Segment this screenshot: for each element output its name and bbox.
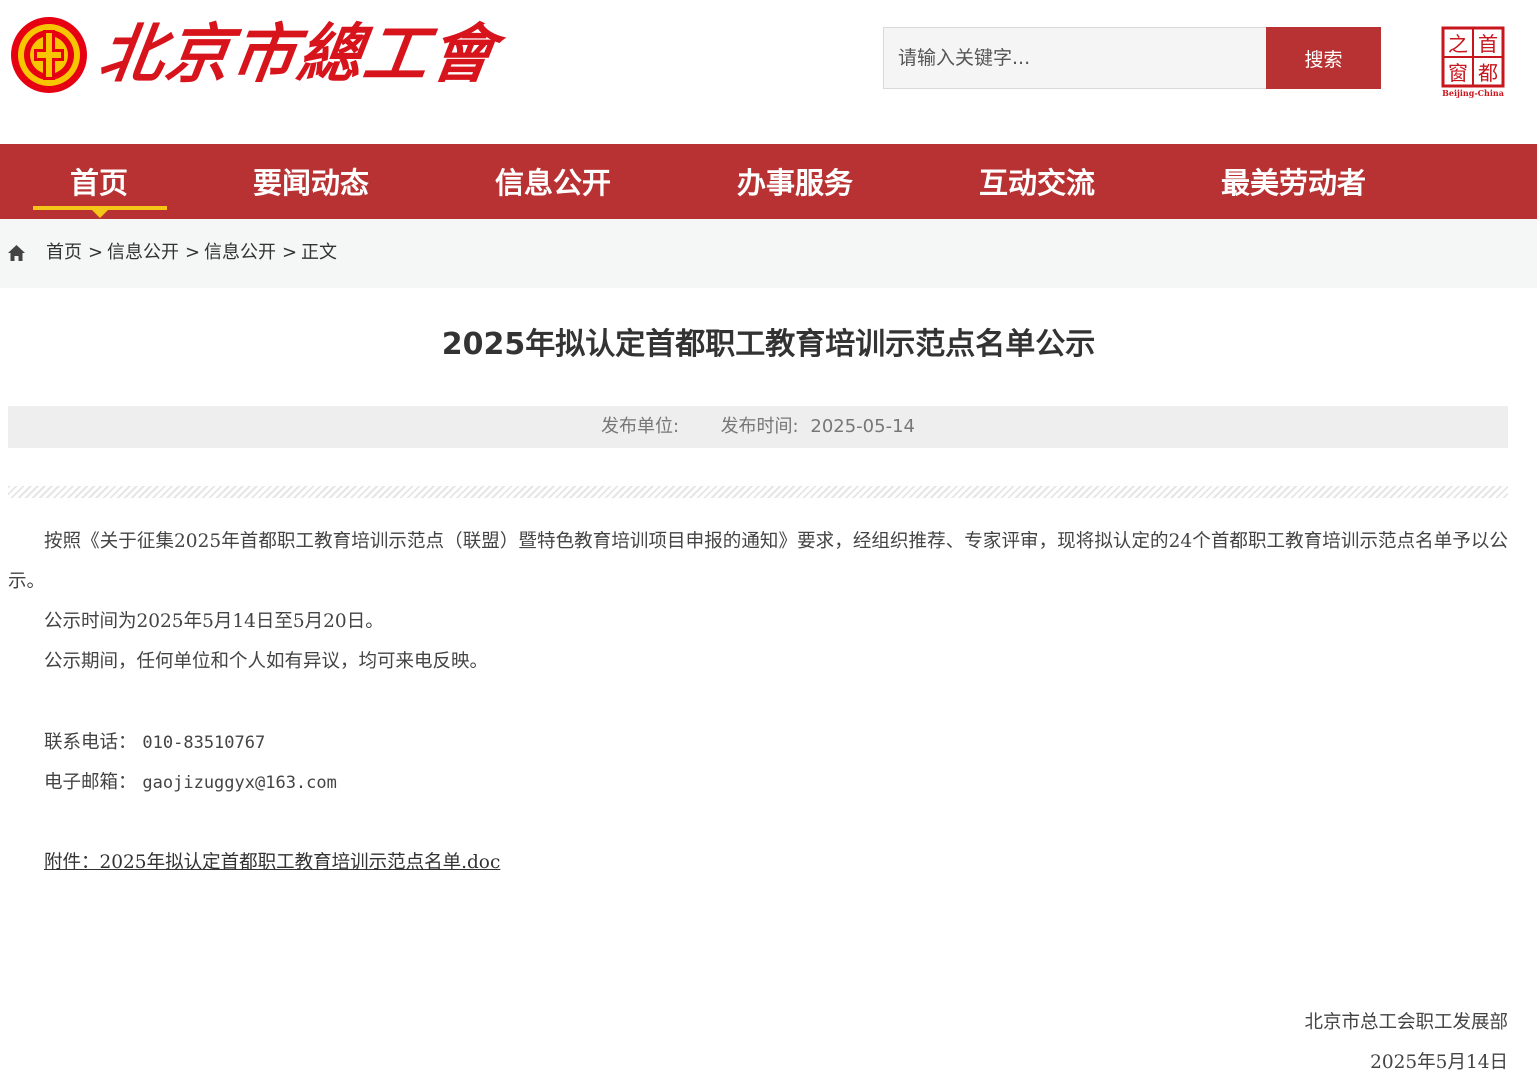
nav-item-news[interactable]: 要闻动态 [253,144,369,219]
contact-phone-label: 联系电话： [44,732,137,753]
breadcrumb-separator: > [88,242,104,263]
article-title: 2025年拟认定首都职工教育培训示范点名单公示 [441,327,1096,362]
home-icon[interactable] [8,245,25,261]
site-header: 北京市總工會 搜索 之 首 窗 都 Beijing-China [0,0,1537,144]
nav-active-caret [92,210,108,218]
striped-divider [8,486,1508,498]
search-button[interactable]: 搜索 [1266,27,1381,89]
breadcrumb-item-home[interactable]: 首页 [46,242,82,264]
contact-phone-line: 联系电话： 010-83510767 [44,723,265,763]
signature-date: 2025年5月14日 [1370,1052,1508,1073]
contact-email-line: 电子邮箱： gaojizuggyx@163.com [44,763,337,803]
article-meta: 发布单位: 发布时间: 2025-05-14 [8,406,1508,448]
breadcrumb: 首页 > 信息公开 > 信息公开 > 正文 [0,219,1537,288]
search-input[interactable] [883,27,1266,89]
contact-phone-value: 010-83510767 [142,733,266,753]
nav-item-services[interactable]: 办事服务 [737,144,853,219]
breadcrumb-item-info-disclosure[interactable]: 信息公开 [107,242,179,264]
nav-item-interaction[interactable]: 互动交流 [979,144,1095,219]
publish-time-value: 2025-05-14 [810,416,915,437]
nav-item-model-workers[interactable]: 最美劳动者 [1221,144,1366,219]
main-nav: 首页 要闻动态 信息公开 办事服务 互动交流 最美劳动者 [0,144,1537,219]
article-paragraph: 公示时间为2025年5月14日至5月20日。 [44,611,384,632]
capital-window-logo[interactable]: 之 首 窗 都 Beijing-China [1438,26,1508,98]
breadcrumb-separator: > [282,242,298,263]
contact-email-label: 电子邮箱： [44,772,137,793]
breadcrumb-item-info-disclosure-sub[interactable]: 信息公开 [204,242,276,264]
contact-email-value: gaojizuggyx@163.com [142,773,337,793]
site-logo-text[interactable]: 北京市總工會 [94,10,503,100]
capital-logo-char: 首 [1478,32,1498,56]
article-paragraph: 公示期间，任何单位和个人如有异议，均可来电反映。 [44,651,489,672]
breadcrumb-item-current: 正文 [301,242,337,263]
capital-logo-char: 都 [1478,61,1498,85]
capital-logo-char: 之 [1448,32,1468,56]
nav-item-info-disclosure[interactable]: 信息公开 [495,144,611,219]
signature-org: 北京市总工会职工发展部 [1304,1012,1508,1033]
publish-time-label: 发布时间: [720,416,799,437]
breadcrumb-separator: > [185,242,201,263]
attachment-link[interactable]: 附件：2025年拟认定首都职工教育培训示范点名单.doc [44,843,500,883]
article-paragraph: 按照《关于征集2025年首都职工教育培训示范点（联盟）暨特色教育培训项目申报的通… [8,531,1508,592]
trade-union-emblem-icon[interactable] [10,16,88,94]
publish-unit-label: 发布单位: [601,416,680,437]
capital-logo-char: 窗 [1448,61,1468,85]
capital-logo-caption: Beijing-China [1442,88,1504,98]
